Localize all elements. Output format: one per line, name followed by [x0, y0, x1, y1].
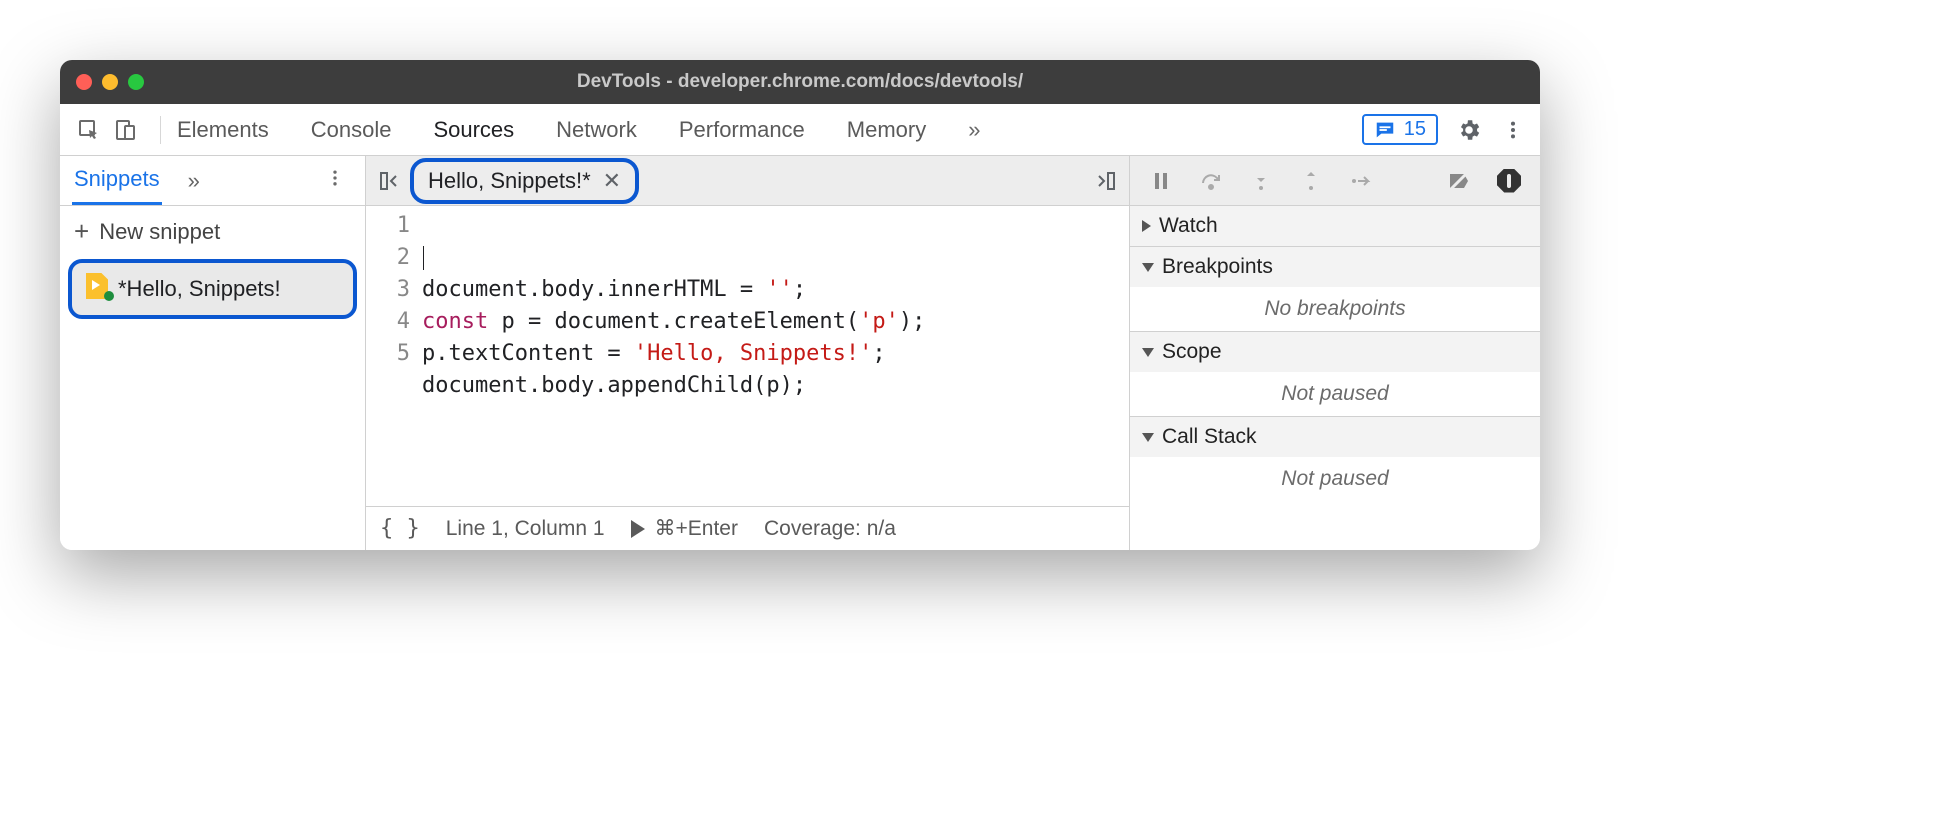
pause-icon[interactable]	[1148, 168, 1174, 194]
editor-tabbar: Hello, Snippets!* ✕	[366, 156, 1129, 206]
play-icon	[631, 520, 645, 538]
minimize-window-button[interactable]	[102, 74, 118, 90]
deactivate-breakpoints-icon[interactable]	[1446, 168, 1472, 194]
callstack-empty: Not paused	[1130, 457, 1540, 501]
navigator-more-icon[interactable]	[317, 164, 353, 197]
tabs-overflow-icon[interactable]: »	[966, 111, 982, 149]
settings-icon[interactable]	[1456, 117, 1482, 143]
callstack-section-header[interactable]: Call Stack	[1130, 417, 1540, 457]
snippet-name: *Hello, Snippets!	[118, 276, 281, 302]
chevron-right-icon	[1142, 220, 1151, 232]
step-icon[interactable]	[1348, 168, 1374, 194]
sources-panel: Snippets » + New snippet *Hello, Snippet…	[60, 156, 1540, 550]
chevron-down-icon	[1142, 348, 1154, 357]
watch-label: Watch	[1159, 214, 1218, 238]
tab-console[interactable]: Console	[309, 111, 394, 149]
navigator-tab-snippets[interactable]: Snippets	[72, 156, 162, 205]
plus-icon: +	[74, 216, 89, 247]
titlebar: DevTools - developer.chrome.com/docs/dev…	[60, 60, 1540, 104]
editor-statusbar: { } Line 1, Column 1 ⌘+Enter Coverage: n…	[366, 506, 1129, 550]
new-snippet-button[interactable]: + New snippet	[60, 206, 365, 257]
device-toggle-icon[interactable]	[110, 115, 140, 145]
scope-section-header[interactable]: Scope	[1130, 332, 1540, 372]
close-window-button[interactable]	[76, 74, 92, 90]
message-icon	[1374, 119, 1396, 141]
tab-performance[interactable]: Performance	[677, 111, 807, 149]
navigator-tabs: Snippets »	[60, 156, 365, 206]
callstack-label: Call Stack	[1162, 425, 1257, 449]
scroll-tabs-right-icon[interactable]	[1091, 167, 1119, 195]
editor-tab-label: Hello, Snippets!*	[428, 168, 591, 194]
code-editor[interactable]: 12345 document.body.innerHTML = ''; cons…	[366, 206, 1129, 506]
debugger-controls	[1130, 156, 1540, 206]
cursor-position: Line 1, Column 1	[446, 517, 605, 541]
tab-sources[interactable]: Sources	[431, 111, 516, 149]
run-shortcut: ⌘+Enter	[655, 516, 738, 541]
snippet-list-item[interactable]: *Hello, Snippets!	[68, 259, 357, 319]
navigator-overflow-icon[interactable]: »	[184, 164, 204, 198]
tab-memory[interactable]: Memory	[845, 111, 928, 149]
breakpoints-section-header[interactable]: Breakpoints	[1130, 247, 1540, 287]
inspect-element-icon[interactable]	[74, 115, 104, 145]
close-tab-icon[interactable]: ✕	[603, 168, 621, 194]
step-over-icon[interactable]	[1198, 168, 1224, 194]
zoom-window-button[interactable]	[128, 74, 144, 90]
issues-button[interactable]: 15	[1362, 114, 1438, 145]
new-snippet-label: New snippet	[99, 219, 220, 245]
main-toolbar: Elements Console Sources Network Perform…	[60, 104, 1540, 156]
divider	[160, 116, 161, 144]
editor-pane: Hello, Snippets!* ✕ 12345 document.body.…	[366, 156, 1130, 550]
devtools-window: DevTools - developer.chrome.com/docs/dev…	[60, 60, 1540, 550]
scope-empty: Not paused	[1130, 372, 1540, 416]
more-options-icon[interactable]	[1500, 117, 1526, 143]
scope-label: Scope	[1162, 340, 1222, 364]
step-into-icon[interactable]	[1248, 168, 1274, 194]
issues-count: 15	[1404, 118, 1426, 141]
unsaved-indicator-icon	[104, 291, 114, 301]
tab-network[interactable]: Network	[554, 111, 639, 149]
pause-on-exceptions-icon[interactable]	[1496, 168, 1522, 194]
window-title: DevTools - developer.chrome.com/docs/dev…	[60, 71, 1540, 93]
window-controls	[76, 74, 144, 90]
navigator-sidebar: Snippets » + New snippet *Hello, Snippet…	[60, 156, 366, 550]
code-content: document.body.innerHTML = ''; const p = …	[422, 210, 1129, 506]
debugger-sidebar: Watch Breakpoints No breakpoints Scope N…	[1130, 156, 1540, 550]
scroll-tabs-left-icon[interactable]	[376, 167, 404, 195]
breakpoints-label: Breakpoints	[1162, 255, 1273, 279]
breakpoints-empty: No breakpoints	[1130, 287, 1540, 331]
tab-elements[interactable]: Elements	[175, 111, 271, 149]
coverage-status: Coverage: n/a	[764, 517, 896, 541]
panel-tabs: Elements Console Sources Network Perform…	[175, 111, 983, 149]
editor-tab[interactable]: Hello, Snippets!* ✕	[410, 158, 639, 204]
chevron-down-icon	[1142, 433, 1154, 442]
pretty-print-icon[interactable]: { }	[380, 516, 420, 541]
line-gutter: 12345	[366, 210, 422, 506]
chevron-down-icon	[1142, 263, 1154, 272]
step-out-icon[interactable]	[1298, 168, 1324, 194]
watch-section-header[interactable]: Watch	[1130, 206, 1540, 246]
run-snippet-button[interactable]: ⌘+Enter	[631, 516, 738, 541]
